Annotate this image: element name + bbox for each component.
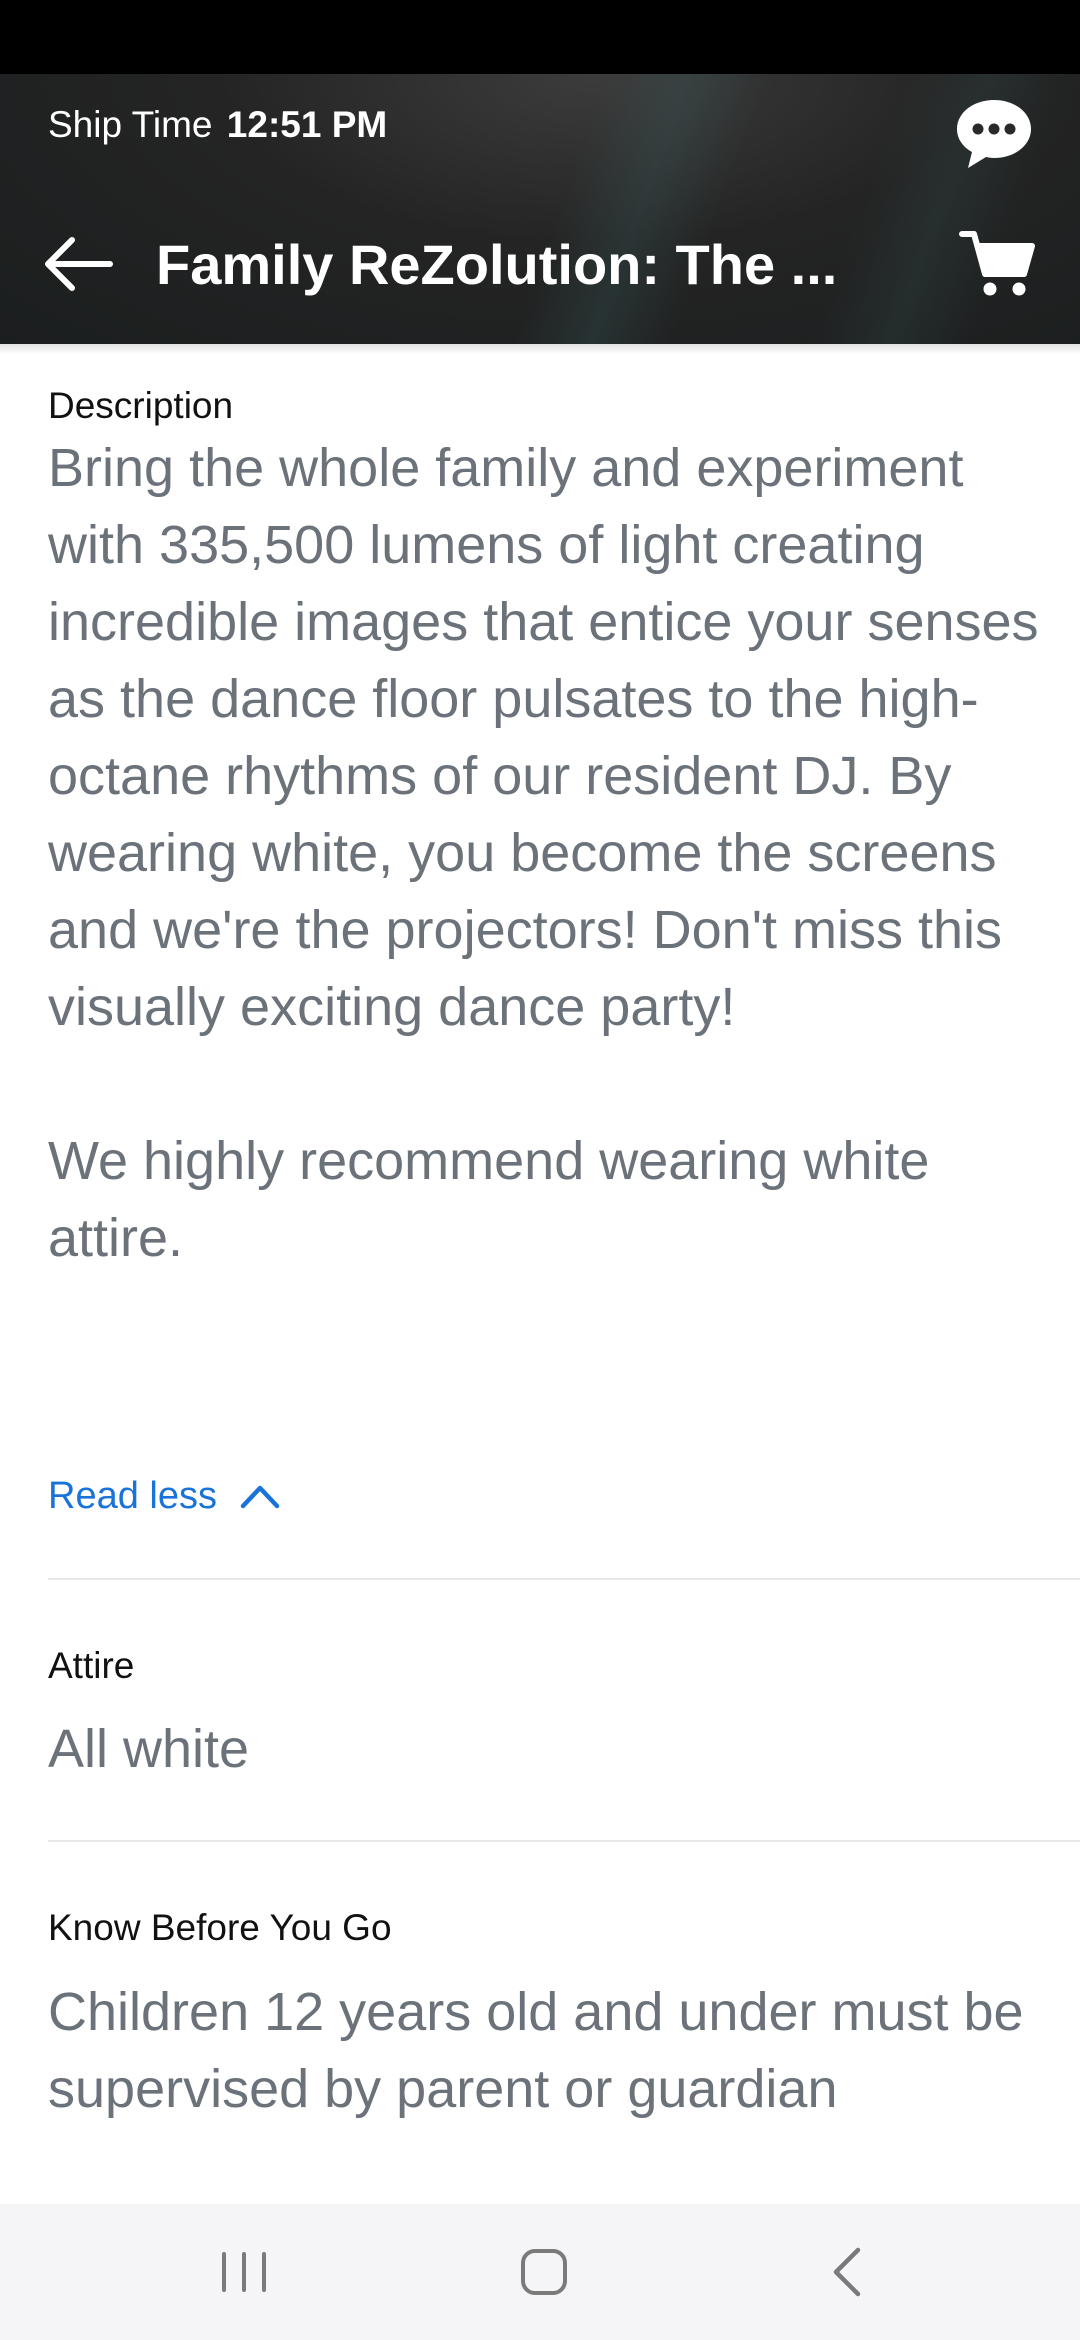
cart-icon <box>959 231 1035 296</box>
back-nav-button[interactable] <box>808 2234 888 2310</box>
ship-time-value: 12:51 PM <box>226 104 388 145</box>
system-navigation-bar <box>0 2204 1080 2340</box>
home-button[interactable] <box>504 2234 584 2310</box>
chevron-up-icon <box>240 1485 280 1509</box>
ship-time-label: Ship Time <box>48 104 213 145</box>
cart-button[interactable] <box>958 226 1038 302</box>
header-shadow <box>0 344 1080 354</box>
back-button[interactable] <box>40 226 116 302</box>
home-icon <box>521 2249 567 2295</box>
ship-time: Ship Time 12:51 PM <box>48 100 387 150</box>
recent-apps-icon <box>222 2252 266 2292</box>
section-divider <box>48 1578 1080 1580</box>
status-bar <box>0 0 1080 74</box>
read-less-label: Read less <box>48 1474 217 1517</box>
know-before-label: Know Before You Go <box>48 1907 392 1948</box>
know-before-value: Children 12 years old and under must be … <box>48 1982 1024 2119</box>
description-text: Bring the whole family and experiment wi… <box>48 430 1048 1277</box>
back-icon <box>833 2247 861 2297</box>
chat-button[interactable] <box>954 96 1034 172</box>
attire-value: All white <box>48 1719 250 1779</box>
description-paragraph: Bring the whole family and experiment wi… <box>48 438 1039 1037</box>
page-title: Family ReZolution: The ... <box>156 233 838 296</box>
description-paragraph: We highly recommend wearing white attire… <box>48 1131 930 1268</box>
chat-bubble-icon <box>957 100 1031 168</box>
back-arrow-icon <box>45 237 113 291</box>
recent-apps-button[interactable] <box>204 2234 284 2310</box>
attire-label: Attire <box>48 1645 135 1686</box>
section-divider <box>48 1840 1080 1842</box>
description-label: Description <box>48 385 234 426</box>
header-decoration <box>510 74 770 344</box>
read-less-button[interactable]: Read less <box>48 1470 281 1522</box>
